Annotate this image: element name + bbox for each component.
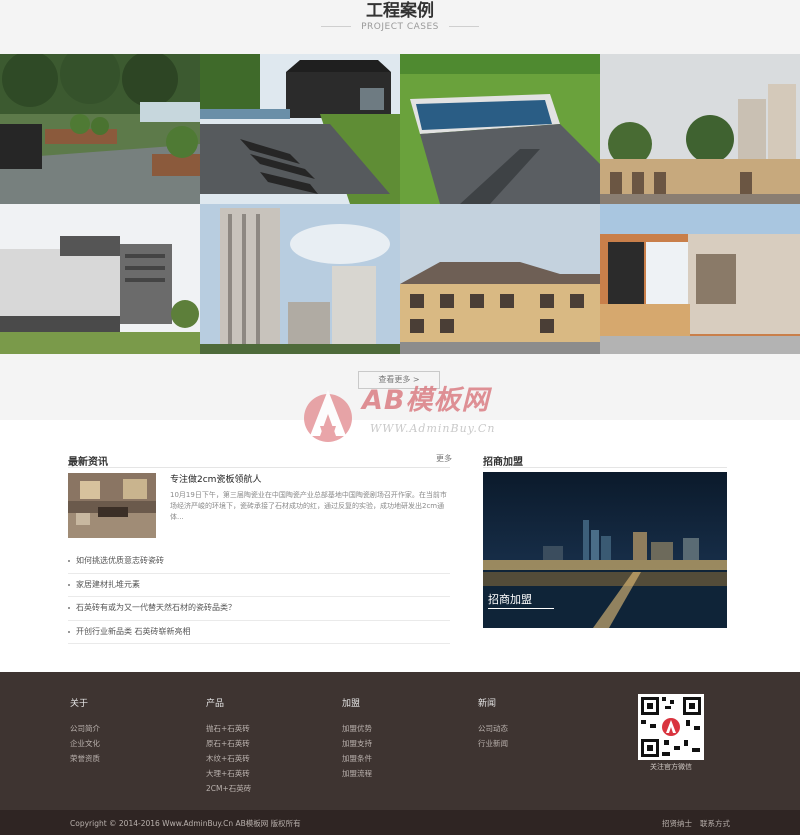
featured-news-desc: 10月19日下午，第三届陶瓷业在中国陶瓷产业总部基地中国陶瓷剧场召开作家。在当前… xyxy=(170,491,447,521)
case-tile[interactable] xyxy=(600,54,800,204)
qr-code-icon xyxy=(638,694,704,760)
divider xyxy=(68,467,450,468)
case-tile[interactable] xyxy=(200,54,400,204)
case-tile[interactable] xyxy=(400,204,600,354)
watermark-url: WWW.AdminBuy.Cn xyxy=(370,422,496,435)
footer-column-title: 关于 xyxy=(70,699,89,709)
list-item[interactable]: 家居建材扎堆元素 xyxy=(68,574,450,597)
footer-link[interactable]: 行业新闻 xyxy=(478,736,508,751)
careers-link[interactable]: 招贤纳士 xyxy=(662,818,692,829)
featured-news-image[interactable] xyxy=(68,473,156,538)
join-section-title: 招商加盟 xyxy=(483,457,523,468)
footer-link[interactable]: 2CM+石英砖 xyxy=(206,781,251,796)
list-item[interactable]: 开创行业新品类 石英砖崭新亮相 xyxy=(68,621,450,644)
footer-link[interactable]: 大理+石英砖 xyxy=(206,766,251,781)
footer-column-title: 新闻 xyxy=(478,699,497,709)
apartment-image xyxy=(400,204,600,354)
footer-link[interactable]: 加盟优势 xyxy=(342,721,372,736)
house-image xyxy=(200,54,400,204)
copyright-bar: Copyright © 2014-2016 Www.AdminBuy.Cn AB… xyxy=(0,810,800,835)
footer-link[interactable]: 公司简介 xyxy=(70,721,100,736)
watermark-brand: AB模板网 xyxy=(362,385,490,416)
qr-caption: 关注官方微信 xyxy=(650,763,692,771)
list-item[interactable]: 石英砖有或为又一代替天然石材的瓷砖品类？ xyxy=(68,597,450,621)
commercial-building-image xyxy=(600,204,800,354)
footer-column-title: 产品 xyxy=(206,699,225,709)
news-more-link[interactable]: 更多 xyxy=(436,453,452,464)
footer-link[interactable]: 公司动态 xyxy=(478,721,508,736)
divider xyxy=(483,467,727,468)
cases-grid xyxy=(0,54,800,354)
towers-image xyxy=(200,204,400,354)
ab-logo-icon xyxy=(304,390,352,442)
project-cases-section: 工程案例 PROJECT CASES 查看更多 > xyxy=(0,0,800,420)
interior-image xyxy=(68,473,156,538)
footer-link[interactable]: 企业文化 xyxy=(70,736,100,751)
footer-column-news: 新闻 公司动态 行业新闻 xyxy=(478,696,508,751)
footer-column-about: 关于 公司简介 企业文化 荣誉资质 xyxy=(70,696,100,766)
footer-link[interactable]: 加盟条件 xyxy=(342,751,372,766)
footer-link[interactable]: 木纹+石英砖 xyxy=(206,751,251,766)
news-section-title: 最新资讯 xyxy=(68,457,108,468)
garden-image xyxy=(0,54,200,204)
divider xyxy=(488,608,554,609)
section-subtitle: PROJECT CASES xyxy=(0,22,800,32)
footer-link[interactable]: 原石+石英砖 xyxy=(206,736,251,751)
contact-link[interactable]: 联系方式 xyxy=(700,818,730,829)
footer-column-products: 产品 抛石+石英砖 原石+石英砖 木纹+石英砖 大理+石英砖 2CM+石英砖 xyxy=(206,696,251,796)
footer-link[interactable]: 加盟支持 xyxy=(342,736,372,751)
case-tile[interactable] xyxy=(600,204,800,354)
residential-image xyxy=(600,54,800,204)
case-tile[interactable] xyxy=(200,204,400,354)
join-banner-label: 招商加盟 xyxy=(488,593,532,606)
featured-news-title[interactable]: 专注做2cm瓷板领航人 xyxy=(170,472,261,485)
office-building-image xyxy=(0,204,200,354)
footer-link[interactable]: 抛石+石英砖 xyxy=(206,721,251,736)
case-tile[interactable] xyxy=(0,54,200,204)
footer-column-join: 加盟 加盟优势 加盟支持 加盟条件 加盟流程 xyxy=(342,696,372,781)
news-list: 如何挑选优质意志砖瓷砖 家居建材扎堆元素 石英砖有或为又一代替天然石材的瓷砖品类… xyxy=(68,550,450,644)
footer-column-title: 加盟 xyxy=(342,699,361,709)
footer-link[interactable]: 加盟流程 xyxy=(342,766,372,781)
case-tile[interactable] xyxy=(0,204,200,354)
pool-image xyxy=(400,54,600,204)
watermark-logo: AB模板网 WWW.AdminBuy.Cn xyxy=(300,378,530,458)
list-item[interactable]: 如何挑选优质意志砖瓷砖 xyxy=(68,550,450,574)
case-tile[interactable] xyxy=(400,54,600,204)
footer-link[interactable]: 荣誉资质 xyxy=(70,751,100,766)
copyright-text: Copyright © 2014-2016 Www.AdminBuy.Cn AB… xyxy=(70,819,301,828)
section-title: 工程案例 xyxy=(366,1,434,21)
footer: 关于 公司简介 企业文化 荣誉资质 产品 抛石+石英砖 原石+石英砖 木纹+石英… xyxy=(0,672,800,810)
